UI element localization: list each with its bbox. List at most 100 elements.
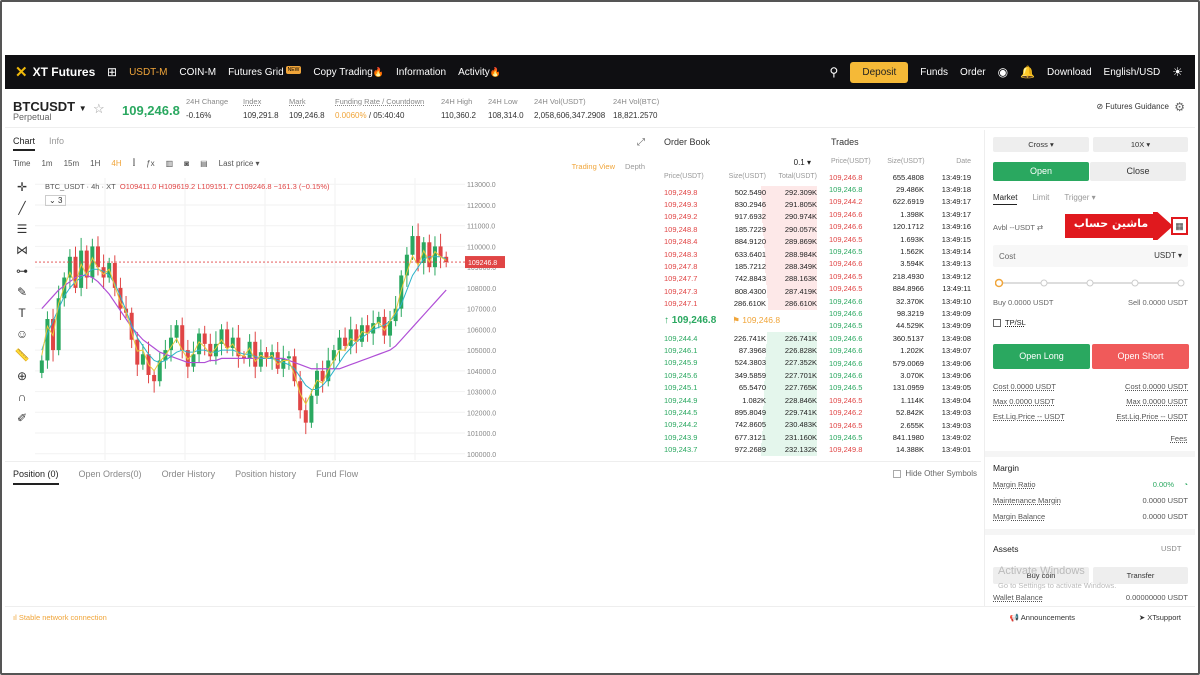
bar-chart-icon[interactable]: ▥ [166, 159, 174, 168]
nav-order[interactable]: Order [960, 67, 986, 78]
xt-logo[interactable]: ✕ XT Futures [15, 63, 107, 81]
price-chart[interactable]: 113000.0112000.0111000.0110000.0109000.0… [35, 178, 505, 460]
nav-coin-m[interactable]: COIN-M [179, 67, 216, 78]
tpsl-toggle[interactable]: TP/SL [993, 318, 1026, 328]
theme-toggle-icon[interactable]: ☀ [1172, 65, 1183, 79]
tab-order-history[interactable]: Order History [162, 469, 216, 485]
nav-funds[interactable]: Funds [920, 67, 948, 78]
ask-row[interactable]: 109,249.8 502.5490 292.309K [664, 186, 817, 199]
announcements-link[interactable]: 📢 Announcements [1010, 613, 1075, 622]
divider [985, 451, 1195, 457]
margin-mode-select[interactable]: Cross ▾ [993, 137, 1089, 152]
apps-grid-icon[interactable]: ⊞ [107, 65, 117, 79]
interval-time[interactable]: Time [13, 159, 30, 168]
tab-info[interactable]: Info [49, 136, 64, 151]
pattern-icon[interactable]: ⋈ [16, 243, 28, 257]
language-selector[interactable]: English/USD [1104, 67, 1161, 78]
ask-row[interactable]: 109,247.1 286.610K 286.610K [664, 297, 817, 310]
amount-slider[interactable] [995, 278, 1185, 288]
nav-futures-grid[interactable]: Futures Grid NEW [228, 65, 302, 78]
bell-icon[interactable]: 🔔 [1020, 65, 1035, 79]
crosshair-icon[interactable]: ✛ [17, 180, 27, 194]
candle-type-icon[interactable]: ⫿ [133, 158, 136, 168]
brush-icon[interactable]: ✎ [17, 285, 27, 299]
bid-row[interactable]: 109,243.9 677.3121 231.160K [664, 431, 817, 444]
fees-link[interactable]: Fees [1170, 434, 1187, 443]
zoom-icon[interactable]: ⊕ [17, 369, 27, 383]
transfer-icon[interactable]: ⇄ [1037, 223, 1043, 232]
ask-row[interactable]: 109,248.8 185.7229 290.057K [664, 223, 817, 236]
expand-icon[interactable]: ⤢ [637, 137, 645, 148]
search-icon[interactable]: ⚲ [830, 65, 839, 79]
precision-selector[interactable]: 0.1 ▾ [794, 158, 811, 167]
ask-row[interactable]: 109,249.3 830.2946 291.805K [664, 198, 817, 211]
bid-row[interactable]: 109,245.6 349.5859 227.701K [664, 369, 817, 382]
checkbox[interactable] [893, 469, 902, 478]
indicator-toggle[interactable]: ⌄ 3 [45, 195, 67, 206]
nav-download[interactable]: Download [1047, 67, 1091, 78]
ask-row[interactable]: 109,249.2 917.6932 290.974K [664, 210, 817, 224]
bid-row[interactable]: 109,245.9 524.3803 227.352K [664, 356, 817, 370]
ruler-icon[interactable]: 📏 [15, 348, 30, 362]
hide-other-symbols[interactable]: Hide Other Symbols [893, 469, 977, 478]
tab-chart[interactable]: Chart [13, 136, 36, 151]
checkbox[interactable] [993, 319, 1001, 328]
bid-row[interactable]: 109,244.5 895.8049 229.741K [664, 406, 817, 419]
view-trading-view[interactable]: Trading View [572, 162, 615, 171]
camera-icon[interactable]: ◙ [184, 159, 189, 168]
nav-activity[interactable]: Activity🔥 [458, 67, 501, 78]
stat-label: 24H Vol(BTC) [613, 97, 660, 106]
indicators-icon[interactable]: ƒx [146, 159, 154, 168]
ask-row[interactable]: 109,247.8 185.7212 288.349K [664, 260, 817, 273]
bid-row[interactable]: 109,244.9 1.082K 228.846K [664, 393, 817, 407]
bid-row[interactable]: 109,245.1 65.5470 227.765K [664, 381, 817, 394]
interval-4h[interactable]: 4H [111, 159, 121, 168]
ask-row[interactable]: 109,248.4 884.9120 289.869K [664, 235, 817, 248]
gear-icon[interactable]: ⚙ [1174, 100, 1185, 114]
ask-row[interactable]: 109,247.3 808.4300 287.419K [664, 285, 817, 298]
ask-row[interactable]: 109,247.7 742.8843 288.163K [664, 272, 817, 286]
order-type-limit[interactable]: Limit [1032, 193, 1049, 205]
bid-row[interactable]: 109,243.7 972.2689 232.132K [664, 443, 817, 456]
tab-open-orders[interactable]: Open Orders(0) [79, 469, 142, 485]
open-long-button[interactable]: Open Long [993, 344, 1090, 369]
text-icon[interactable]: T [18, 306, 25, 320]
open-tab[interactable]: Open [993, 162, 1089, 181]
nav-copy-trading[interactable]: Copy Trading🔥 [313, 67, 384, 78]
order-type-market[interactable]: Market [993, 193, 1018, 205]
interval-1m[interactable]: 1m [41, 159, 52, 168]
fib-icon[interactable]: ⊶ [16, 264, 28, 278]
horizontal-lines-icon[interactable]: ☰ [17, 222, 28, 236]
open-short-button[interactable]: Open Short [1092, 344, 1189, 369]
tab-fund-flow[interactable]: Fund Flow [316, 469, 358, 485]
magnet-icon[interactable]: ∩ [18, 390, 27, 404]
order-type-trigger[interactable]: Trigger ▾ [1064, 193, 1095, 205]
tab-position-history[interactable]: Position history [235, 469, 296, 485]
trade-time: 13:49:14 [941, 247, 971, 257]
favorite-star-icon[interactable]: ☆ [93, 101, 105, 117]
emoji-icon[interactable]: ☺ [16, 327, 28, 341]
tab-position[interactable]: Position (0) [13, 469, 59, 485]
nav-usdt-m[interactable]: USDT-M [129, 67, 167, 78]
last-price-dropdown[interactable]: Last price ▾ [219, 159, 260, 168]
cost-unit-select[interactable]: USDT ▾ [1154, 251, 1182, 260]
bid-row[interactable]: 109,246.1 87.3968 226.828K [664, 344, 817, 357]
bid-row[interactable]: 109,244.2 742.8605 230.483K [664, 418, 817, 432]
interval-1h[interactable]: 1H [90, 159, 100, 168]
view-depth[interactable]: Depth [625, 162, 645, 171]
interval-15m[interactable]: 15m [64, 159, 80, 168]
user-icon[interactable]: ◉ [998, 65, 1008, 79]
cost-input[interactable]: Cost USDT ▾ [993, 245, 1188, 267]
ask-row[interactable]: 109,248.3 633.6401 288.984K [664, 247, 817, 261]
trend-line-icon[interactable]: ╱ [18, 201, 25, 215]
futures-guidance-link[interactable]: ⊘ Futures Guidance [1096, 102, 1169, 111]
lock-drawing-icon[interactable]: ✐ [17, 411, 27, 425]
bid-row[interactable]: 109,244.4 226.741K 226.741K [664, 331, 817, 345]
leverage-select[interactable]: 10X ▾ [1093, 137, 1188, 152]
calculator-icon[interactable]: ▦ [1171, 217, 1188, 235]
xtsupport-link[interactable]: ➤ XTsupport [1139, 613, 1181, 622]
layout-icon[interactable]: ▤ [200, 159, 208, 168]
nav-information[interactable]: Information [396, 67, 446, 78]
close-tab[interactable]: Close [1090, 162, 1186, 181]
deposit-button[interactable]: Deposit [850, 61, 909, 83]
